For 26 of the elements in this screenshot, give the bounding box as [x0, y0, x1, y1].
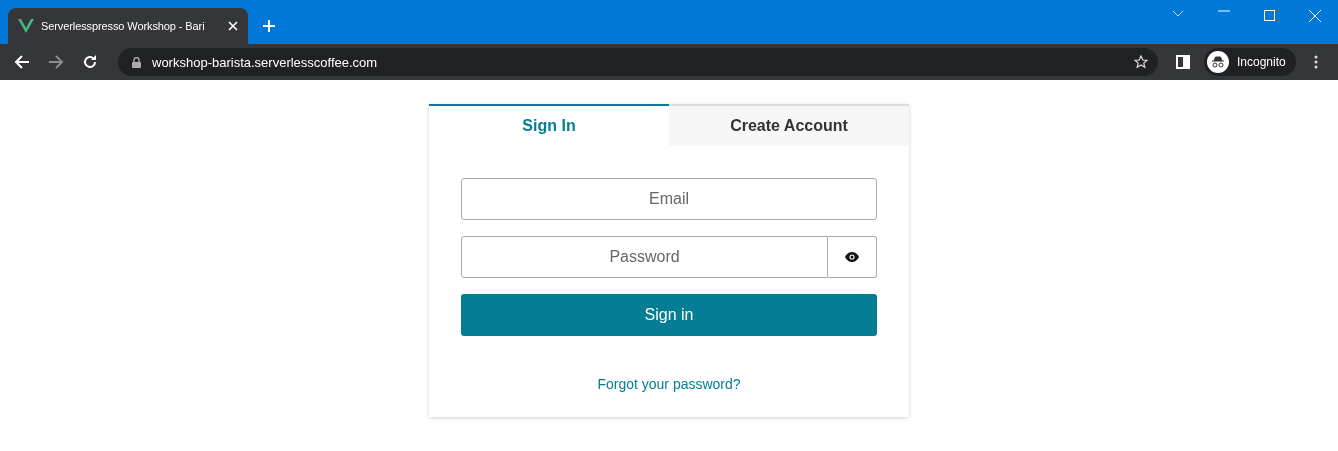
browser-tab[interactable]: Serverlesspresso Workshop - Bari: [8, 8, 248, 44]
password-field[interactable]: Password: [461, 236, 828, 278]
back-arrow-icon[interactable]: [14, 55, 30, 69]
eye-icon: [845, 252, 859, 262]
tab[interactable]: Create Account: [669, 104, 909, 146]
address-bar[interactable]: workshop-barista.serverlesscoffee.com: [118, 48, 1158, 76]
profile-button[interactable]: Incognito: [1204, 48, 1296, 76]
forgot-password-link[interactable]: Forgot your password?: [597, 376, 741, 392]
reload-icon[interactable]: [82, 54, 98, 70]
menu-icon[interactable]: [1313, 55, 1318, 69]
lock-icon: [132, 56, 141, 68]
tab-title: Serverlesspresso Workshop - Bari: [41, 20, 206, 32]
star-icon[interactable]: [1134, 55, 1148, 69]
side-panel-icon[interactable]: [1176, 55, 1190, 69]
maximize-icon[interactable]: [1264, 10, 1275, 21]
forward-arrow-icon[interactable]: [48, 55, 64, 69]
v-logo-icon: [18, 19, 34, 33]
tab[interactable]: Sign In: [429, 104, 669, 146]
url-text: workshop-barista.serverlesscoffee.com: [152, 54, 378, 70]
sign-in-button[interactable]: Sign in: [461, 294, 877, 336]
chevron-down-icon[interactable]: [1172, 10, 1184, 18]
show-password-button[interactable]: [828, 236, 877, 278]
new-tab-icon[interactable]: [262, 19, 276, 33]
close-icon[interactable]: [228, 21, 238, 31]
incognito-icon: [1207, 51, 1229, 73]
email-field[interactable]: Email: [461, 178, 877, 220]
